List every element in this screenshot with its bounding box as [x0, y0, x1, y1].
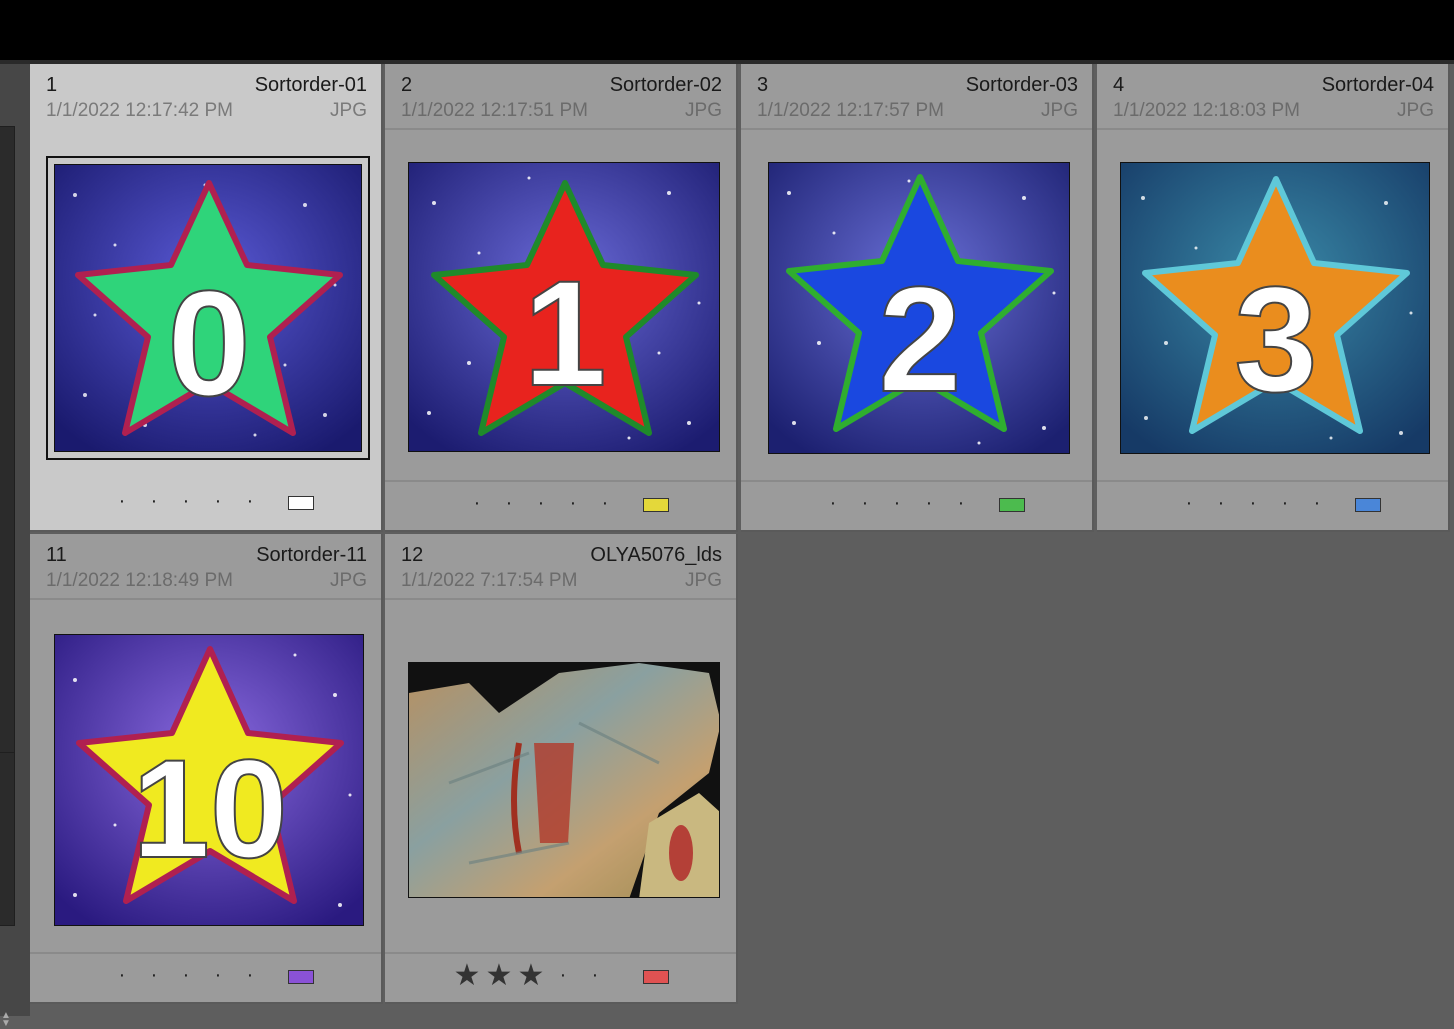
thumbnail-digit: 1: [523, 249, 606, 417]
cell-date: 1/1/2022 12:17:57 PM: [757, 100, 944, 121]
cell-date: 1/1/2022 12:18:49 PM: [46, 570, 233, 591]
thumbnail-image[interactable]: 10: [54, 634, 364, 926]
scroll-arrows-icon[interactable]: ▲▼: [0, 1011, 12, 1029]
color-label-swatch[interactable]: [288, 496, 314, 510]
cell-header: 11 Sortorder-11 1/1/2022 12:18:49 PM JPG: [30, 534, 381, 600]
cell-footer: · · · · ·: [30, 480, 381, 530]
star-icon: ★: [517, 959, 545, 992]
star-icon: ★: [453, 959, 481, 992]
color-label-swatch[interactable]: [643, 498, 669, 512]
thumbnail-digit: 10: [132, 730, 288, 887]
cell-index: 2: [401, 74, 413, 96]
cell-header: 4 Sortorder-04 1/1/2022 12:18:03 PM JPG: [1097, 64, 1448, 130]
cell-header: 2 Sortorder-02 1/1/2022 12:17:51 PM JPG: [385, 64, 736, 130]
cell-filename: Sortorder-02: [609, 74, 722, 96]
cell-date: 1/1/2022 12:18:03 PM: [1113, 100, 1300, 121]
cell-filename: Sortorder-04: [1321, 74, 1434, 96]
thumbnail-image[interactable]: 3: [1120, 162, 1430, 454]
grid-cell[interactable]: 12 OLYA5076_lds 1/1/2022 7:17:54 PM JPG: [385, 534, 738, 1004]
thumbnail-image[interactable]: [408, 662, 720, 898]
thumbnail-image[interactable]: 0: [54, 164, 362, 452]
cell-filetype: JPG: [685, 100, 722, 121]
cell-filetype: JPG: [330, 570, 367, 591]
cell-footer: · · · · ·: [1097, 480, 1448, 530]
color-label-swatch[interactable]: [999, 498, 1025, 512]
cell-date: 1/1/2022 12:17:42 PM: [46, 100, 233, 121]
rating-dots[interactable]: · ·: [547, 964, 611, 987]
cell-footer: · · · · ·: [30, 952, 381, 1002]
cell-footer: ★ ★ ★ · ·: [385, 952, 736, 1002]
cell-date: 1/1/2022 7:17:54 PM: [401, 570, 578, 591]
thumbnail-image[interactable]: 1: [408, 162, 720, 452]
panel-track[interactable]: [0, 126, 15, 756]
rating-dots[interactable]: · · · · ·: [817, 492, 977, 515]
rating-dots[interactable]: · · · · ·: [461, 492, 621, 515]
grid-cell[interactable]: 1 Sortorder-01 1/1/2022 12:17:42 PM JPG …: [30, 64, 383, 532]
star-icon: ★: [485, 959, 513, 992]
rating-dots[interactable]: · · · · ·: [106, 490, 266, 513]
color-label-swatch[interactable]: [1355, 498, 1381, 512]
cell-filename: OLYA5076_lds: [590, 544, 722, 566]
cell-filename: Sortorder-01: [254, 74, 367, 96]
cell-index: 12: [401, 544, 424, 566]
grid-cell[interactable]: 11 Sortorder-11 1/1/2022 12:18:49 PM JPG…: [30, 534, 383, 1004]
thumbnail-digit: 0: [167, 259, 250, 427]
cell-index: 1: [46, 74, 58, 96]
cell-date: 1/1/2022 12:17:51 PM: [401, 100, 588, 121]
grid-cell[interactable]: 4 Sortorder-04 1/1/2022 12:18:03 PM JPG …: [1097, 64, 1450, 532]
cell-index: 4: [1113, 74, 1125, 96]
cell-footer: · · · · ·: [741, 480, 1092, 530]
cell-index: 3: [757, 74, 769, 96]
color-label-swatch[interactable]: [643, 970, 669, 984]
cell-filetype: JPG: [330, 100, 367, 121]
cell-filename: Sortorder-03: [965, 74, 1078, 96]
rating-stars[interactable]: ★ ★ ★: [451, 958, 547, 993]
thumbnail-digit: 2: [878, 255, 961, 423]
rating-dots[interactable]: · · · · ·: [1173, 492, 1333, 515]
panel-track[interactable]: [0, 752, 15, 926]
rating-dots[interactable]: · · · · ·: [106, 964, 266, 987]
cell-filetype: JPG: [1397, 100, 1434, 121]
thumbnail-digit: 3: [1234, 255, 1317, 423]
cell-filetype: JPG: [1041, 100, 1078, 121]
color-label-swatch[interactable]: [288, 970, 314, 984]
cell-index: 11: [46, 544, 67, 566]
grid-cell[interactable]: 3 Sortorder-03 1/1/2022 12:17:57 PM JPG …: [741, 64, 1094, 532]
cell-filetype: JPG: [685, 570, 722, 591]
cell-header: 3 Sortorder-03 1/1/2022 12:17:57 PM JPG: [741, 64, 1092, 130]
thumbnail-image[interactable]: 2: [768, 162, 1070, 454]
top-toolbar: [0, 0, 1454, 60]
cell-filename: Sortorder-11: [256, 544, 367, 566]
cell-header: 12 OLYA5076_lds 1/1/2022 7:17:54 PM JPG: [385, 534, 736, 600]
left-panel: ▲▼ ▲▼: [0, 64, 30, 1029]
grid-cell[interactable]: 2 Sortorder-02 1/1/2022 12:17:51 PM JPG …: [385, 64, 738, 532]
cell-footer: · · · · ·: [385, 480, 736, 530]
cell-header: 1 Sortorder-01 1/1/2022 12:17:42 PM JPG: [30, 64, 381, 130]
